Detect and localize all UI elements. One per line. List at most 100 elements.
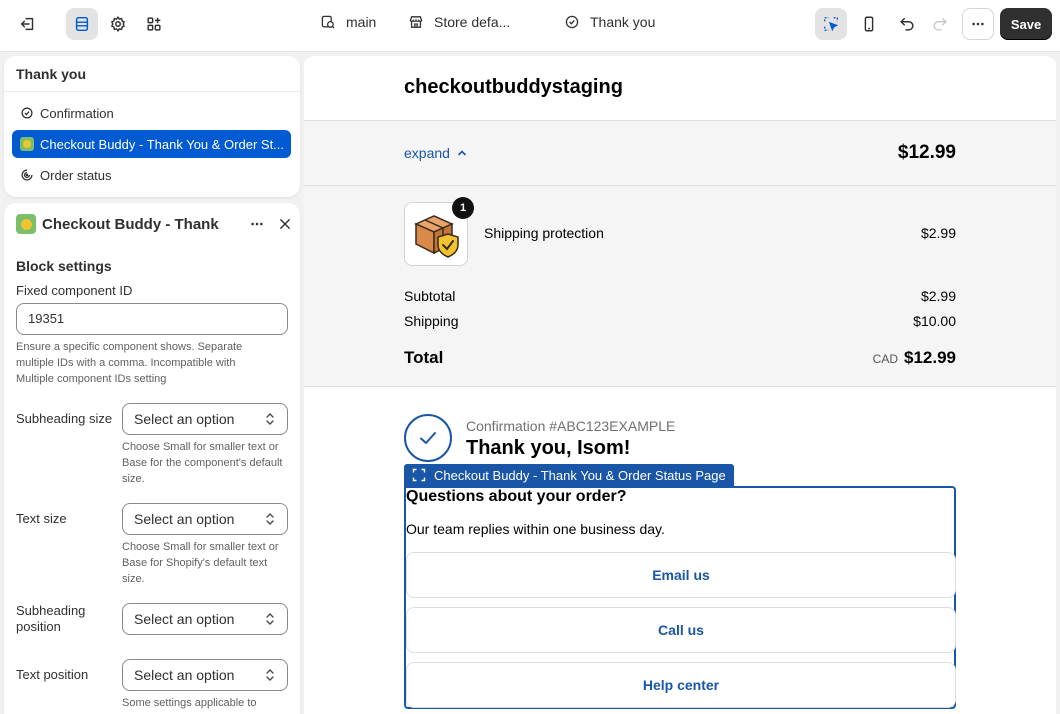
call-us-button[interactable]: Call us	[406, 607, 956, 653]
thank-you-heading: Thank you, Isom!	[466, 437, 631, 459]
order-status-icon	[21, 169, 33, 181]
text-size-help: Choose Small for smaller text or Base fo…	[122, 541, 279, 585]
line-item-price: $2.99	[920, 225, 956, 241]
component-id-help: Ensure a specific component shows. Separ…	[16, 341, 243, 385]
total-label: Total	[404, 348, 444, 367]
page-label: Thank you	[590, 14, 656, 30]
subtotal-value: $2.99	[920, 288, 956, 304]
theme-label: main	[346, 14, 377, 30]
mobile-preview-button[interactable]	[853, 8, 885, 40]
chevron-updown-icon	[266, 513, 274, 525]
apps-icon	[147, 17, 161, 31]
theme-selector[interactable]: main	[320, 14, 376, 30]
store-selector[interactable]: Store defa...	[408, 14, 510, 30]
summary-total: $12.99	[897, 142, 956, 163]
page-selector[interactable]: Thank you	[564, 14, 655, 30]
redo-icon	[933, 17, 947, 31]
more-icon	[972, 22, 984, 26]
order-lines: 1 Shipping protection $2.99 Subtotal $2.…	[304, 186, 1056, 387]
confirmation-check-icon	[404, 414, 452, 462]
shipping-label: Shipping	[404, 313, 459, 329]
theme-settings-button[interactable]	[102, 8, 134, 40]
shipping-row: Shipping $10.00	[404, 313, 956, 329]
app-icon	[20, 137, 34, 151]
shop-name: checkoutbuddystaging	[404, 76, 623, 98]
chevron-updown-icon	[266, 413, 274, 425]
total-amount: CAD $12.99	[873, 348, 956, 368]
block-more-button[interactable]	[246, 213, 268, 235]
section-item-label: Order status	[40, 167, 112, 183]
theme-icon	[321, 15, 335, 29]
close-icon	[280, 219, 290, 229]
shipping-value: $10.00	[913, 313, 956, 329]
more-icon	[251, 222, 263, 226]
quantity-badge: 1	[452, 197, 474, 219]
confirmation-number: Confirmation #ABC123EXAMPLE	[466, 418, 676, 434]
line-item-title: Shipping protection	[484, 225, 604, 241]
sections-panel: Thank you Confirmation Checkout Buddy - …	[4, 56, 300, 197]
undo-button[interactable]	[891, 8, 923, 40]
redo-button[interactable]	[924, 8, 956, 40]
expand-toggle[interactable]: expand	[404, 145, 468, 161]
questions-heading: Questions about your order?	[406, 488, 627, 505]
inspector-toggle[interactable]	[815, 8, 847, 40]
select-value: Select an option	[134, 411, 235, 427]
block-select-icon	[412, 468, 426, 482]
subheading-position-label: Subheading position	[16, 603, 86, 634]
block-label-text: Checkout Buddy - Thank You & Order Statu…	[434, 467, 726, 483]
chevron-updown-icon	[266, 669, 274, 681]
check-circle-icon	[21, 107, 33, 119]
block-settings-heading: Block settings	[16, 258, 112, 274]
subheading-position-select[interactable]: Select an option	[122, 603, 288, 635]
total-row: Total CAD $12.99	[404, 348, 956, 368]
sections-icon	[75, 16, 89, 32]
section-item-order-status[interactable]: Order status	[12, 161, 291, 189]
select-value: Select an option	[134, 667, 235, 683]
section-item-label: Checkout Buddy - Thank You & Order St...	[40, 136, 285, 152]
app-icon	[16, 214, 36, 234]
sections-panel-title: Thank you	[4, 56, 300, 92]
subheading-size-help: Choose Small for smaller text or Base fo…	[122, 441, 283, 485]
block-settings-panel: Checkout Buddy - Thank Y Block settings …	[4, 203, 300, 714]
more-actions-button[interactable]	[962, 8, 994, 40]
block-panel-header: Checkout Buddy - Thank Y	[16, 211, 292, 237]
checkout-preview: checkoutbuddystaging expand $12.99 1 Shi…	[304, 56, 1056, 714]
chevron-updown-icon	[266, 613, 274, 625]
text-position-help: Some settings applicable to	[122, 697, 257, 709]
apps-button[interactable]	[138, 8, 170, 40]
text-position-select[interactable]: Select an option	[122, 659, 288, 691]
order-summary-toggle: expand $12.99	[304, 120, 1056, 186]
check-circle-icon	[565, 15, 579, 29]
save-button[interactable]: Save	[1000, 8, 1052, 40]
gear-icon	[110, 16, 126, 32]
chevron-up-icon	[458, 150, 466, 156]
top-bar: main Store defa... Thank you Save	[0, 0, 1060, 52]
close-button[interactable]	[274, 213, 296, 235]
selected-block-label[interactable]: Checkout Buddy - Thank You & Order Statu…	[404, 464, 734, 486]
exit-button[interactable]	[12, 8, 44, 40]
subheading-size-label: Subheading size	[16, 411, 113, 426]
help-center-button[interactable]: Help center	[406, 662, 956, 708]
inspector-icon	[823, 16, 839, 32]
section-item-checkout-buddy[interactable]: Checkout Buddy - Thank You & Order St...	[12, 130, 291, 158]
component-id-label: Fixed component ID	[16, 283, 133, 298]
sections-button[interactable]	[66, 8, 98, 40]
component-id-input[interactable]: 19351	[16, 303, 288, 335]
checkout-buddy-block[interactable]: Questions about your order? Our team rep…	[404, 486, 956, 709]
total-value: $12.99	[904, 348, 956, 367]
block-panel-title: Checkout Buddy - Thank Y	[42, 215, 222, 233]
expand-label: expand	[404, 145, 450, 161]
section-item-label: Confirmation	[40, 105, 114, 121]
store-label: Store defa...	[434, 14, 511, 30]
email-us-button[interactable]: Email us	[406, 552, 956, 598]
subheading-size-select[interactable]: Select an option	[122, 403, 288, 435]
questions-subtext: Our team replies within one business day…	[406, 521, 665, 537]
store-icon	[409, 16, 423, 28]
total-currency: CAD	[872, 352, 898, 366]
section-item-confirmation[interactable]: Confirmation	[12, 99, 291, 127]
text-position-label: Text position	[16, 667, 89, 682]
text-size-select[interactable]: Select an option	[122, 503, 288, 535]
subtotal-label: Subtotal	[404, 288, 456, 304]
subtotal-row: Subtotal $2.99	[404, 288, 956, 304]
undo-icon	[900, 17, 914, 31]
